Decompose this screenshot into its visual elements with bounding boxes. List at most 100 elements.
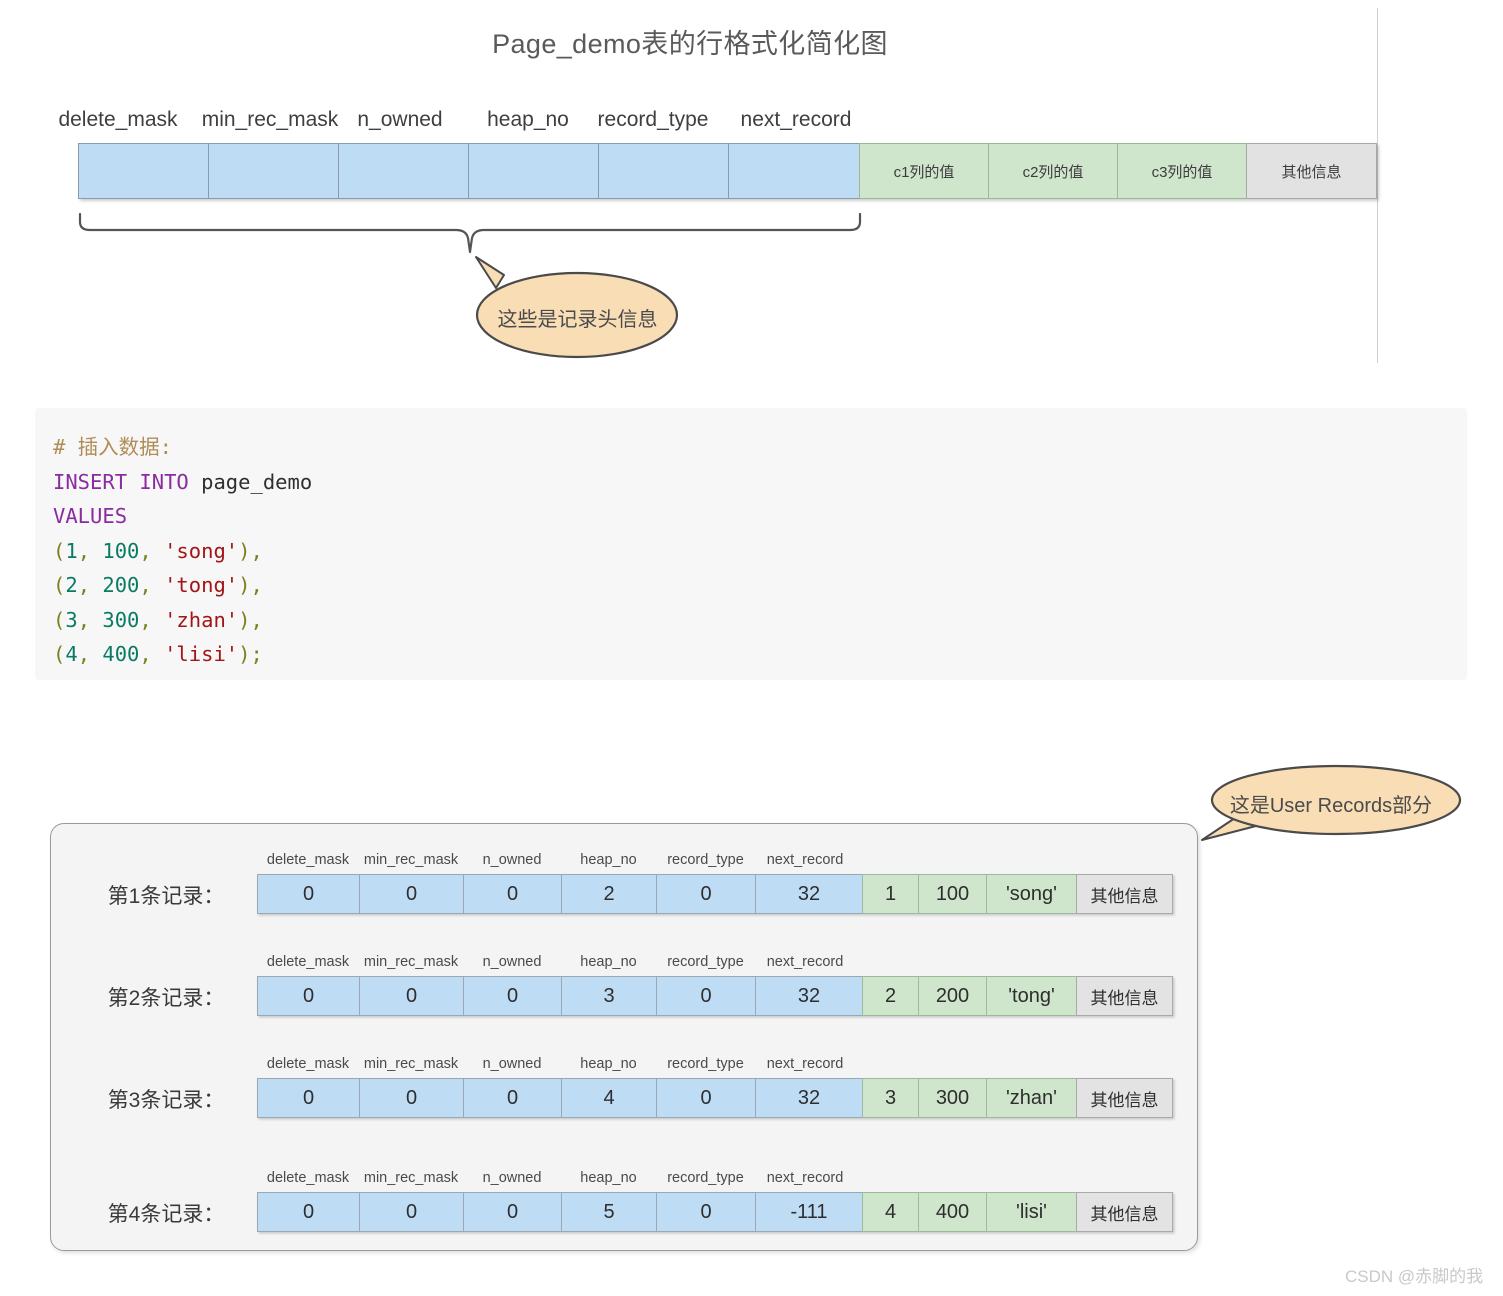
code-row-4-c2: 'lisi' — [164, 642, 239, 666]
row-1-header-labels: delete_mask min_rec_mask n_owned heap_no… — [257, 852, 855, 868]
code-sep: , — [77, 573, 103, 597]
top-header-label-heap-no: heap_no — [487, 108, 569, 131]
table-row: 第2条记录： delete_mask min_rec_mask n_owned … — [51, 934, 1197, 1018]
top-header-label-record-type: record_type — [597, 108, 709, 131]
row-3-cells: 0 0 0 4 0 32 3 300 'zhan' 其他信息 — [257, 1078, 1173, 1118]
row-3-header-n-owned: n_owned — [482, 1056, 542, 1072]
code-comment: # 插入数据: — [53, 435, 173, 459]
row-3-other-info: 其他信息 — [1076, 1078, 1173, 1118]
row-1-header-heap-no: heap_no — [580, 852, 637, 868]
code-table-name: page_demo — [201, 469, 313, 494]
code-row-1-id: 1 — [65, 538, 78, 563]
row-1-next-record: 32 — [755, 874, 862, 914]
row-3-header-next-record: next_record — [766, 1056, 844, 1072]
code-open-paren-1: ( — [53, 538, 66, 563]
row-3-next-record: 32 — [755, 1078, 862, 1118]
row-1-heap-no: 2 — [561, 874, 656, 914]
row-2-header-record-type: record_type — [667, 954, 744, 970]
code-open-paren-2: ( — [53, 573, 66, 597]
record-label-1: 第1条记录： — [107, 885, 225, 908]
code-sep: , — [77, 538, 103, 563]
code-row-2-c2: 'tong' — [164, 573, 239, 597]
code-row-2-c1: 200 — [102, 573, 140, 597]
code-close-paren-4: ); — [238, 642, 263, 666]
code-close-paren-2: ), — [238, 573, 263, 597]
top-cell-c3: c3列的值 — [1117, 143, 1246, 199]
sql-code-block: # 插入数据: INSERT INTO page_demo VALUES (1,… — [35, 408, 1467, 680]
row-3-header-record-type: record_type — [667, 1056, 744, 1072]
row-4-heap-no: 5 — [561, 1192, 656, 1232]
row-1-other-info: 其他信息 — [1076, 874, 1173, 914]
row-1-c3: 'song' — [986, 874, 1076, 914]
code-line-row-2: (2, 200, 'tong'), — [53, 568, 1467, 603]
row-1-header-record-type: record_type — [667, 852, 744, 868]
row-2-cells: 0 0 0 3 0 32 2 200 'tong' 其他信息 — [257, 976, 1173, 1016]
callout-user-records: 这是User Records部分 — [1198, 764, 1464, 844]
row-2-c2: 200 — [918, 976, 986, 1016]
row-4-min-rec-mask: 0 — [359, 1192, 463, 1232]
user-records-container: 第1条记录： delete_mask min_rec_mask n_owned … — [50, 823, 1198, 1251]
code-row-1-c2: 'song' — [164, 538, 239, 563]
row-4-next-record: -111 — [755, 1192, 862, 1232]
top-cell-delete-mask — [78, 143, 208, 199]
row-2-min-rec-mask: 0 — [359, 976, 463, 1016]
row-1-header-delete-mask: delete_mask — [266, 852, 350, 868]
row-1-header-next-record: next_record — [766, 852, 844, 868]
row-4-record-type: 0 — [656, 1192, 755, 1232]
row-3-header-labels: delete_mask min_rec_mask n_owned heap_no… — [257, 1056, 855, 1072]
row-3-c3: 'zhan' — [986, 1078, 1076, 1118]
code-row-2-id: 2 — [65, 573, 78, 597]
code-sep: , — [77, 642, 103, 666]
top-cell-n-owned — [338, 143, 468, 199]
row-2-c3: 'tong' — [986, 976, 1076, 1016]
code-open-paren-3: ( — [53, 607, 66, 632]
row-2-header-delete-mask: delete_mask — [266, 954, 350, 970]
row-2-n-owned: 0 — [463, 976, 561, 1016]
row-2-header-min-rec-mask: min_rec_mask — [363, 954, 459, 970]
row-3-heap-no: 4 — [561, 1078, 656, 1118]
top-cell-next-record — [728, 143, 859, 199]
code-row-3-id: 3 — [65, 607, 78, 632]
row-1-header-min-rec-mask: min_rec_mask — [363, 852, 459, 868]
row-2-header-labels: delete_mask min_rec_mask n_owned heap_no… — [257, 954, 855, 970]
top-row-format-diagram: Page_demo表的行格式化简化图 delete_mask min_rec_m… — [0, 0, 1400, 372]
row-4-header-record-type: record_type — [667, 1170, 744, 1186]
callout-record-header-info: 这些是记录头信息 — [470, 255, 685, 360]
code-row-3-c2: 'zhan' — [164, 607, 239, 632]
row-3-c2: 300 — [918, 1078, 986, 1118]
row-4-header-delete-mask: delete_mask — [266, 1170, 350, 1186]
row-4-c3: 'lisi' — [986, 1192, 1076, 1232]
code-close-paren-3: ), — [238, 607, 263, 632]
row-1-header-n-owned: n_owned — [482, 852, 542, 868]
row-4-header-min-rec-mask: min_rec_mask — [363, 1170, 459, 1186]
code-row-1-c1: 100 — [102, 538, 140, 563]
code-sep: , — [77, 607, 103, 632]
row-4-n-owned: 0 — [463, 1192, 561, 1232]
top-cell-other-info: 其他信息 — [1246, 143, 1377, 199]
row-3-header-heap-no: heap_no — [580, 1056, 637, 1072]
code-close-paren-1: ), — [238, 538, 263, 563]
table-row: 第1条记录： delete_mask min_rec_mask n_owned … — [51, 832, 1197, 916]
table-row: 第3条记录： delete_mask min_rec_mask n_owned … — [51, 1036, 1197, 1120]
row-3-delete-mask: 0 — [257, 1078, 359, 1118]
top-cell-c1: c1列的值 — [859, 143, 988, 199]
csdn-watermark: CSDN @赤脚的我 — [1345, 1267, 1484, 1286]
row-3-header-min-rec-mask: min_rec_mask — [363, 1056, 459, 1072]
row-4-other-info: 其他信息 — [1076, 1192, 1173, 1232]
top-cell-heap-no — [468, 143, 598, 199]
row-2-header-heap-no: heap_no — [580, 954, 637, 970]
row-2-heap-no: 3 — [561, 976, 656, 1016]
row-2-next-record: 32 — [755, 976, 862, 1016]
row-1-n-owned: 0 — [463, 874, 561, 914]
table-row: 第4条记录： delete_mask min_rec_mask n_owned … — [51, 1150, 1197, 1234]
code-keyword-insert: INSERT INTO — [53, 469, 189, 494]
vertical-divider-rule — [1377, 8, 1378, 363]
row-2-header-n-owned: n_owned — [482, 954, 542, 970]
code-line-values: VALUES — [53, 499, 1467, 534]
row-4-header-n-owned: n_owned — [482, 1170, 542, 1186]
top-cell-min-rec-mask — [208, 143, 338, 199]
row-3-record-type: 0 — [656, 1078, 755, 1118]
row-3-n-owned: 0 — [463, 1078, 561, 1118]
row-4-delete-mask: 0 — [257, 1192, 359, 1232]
